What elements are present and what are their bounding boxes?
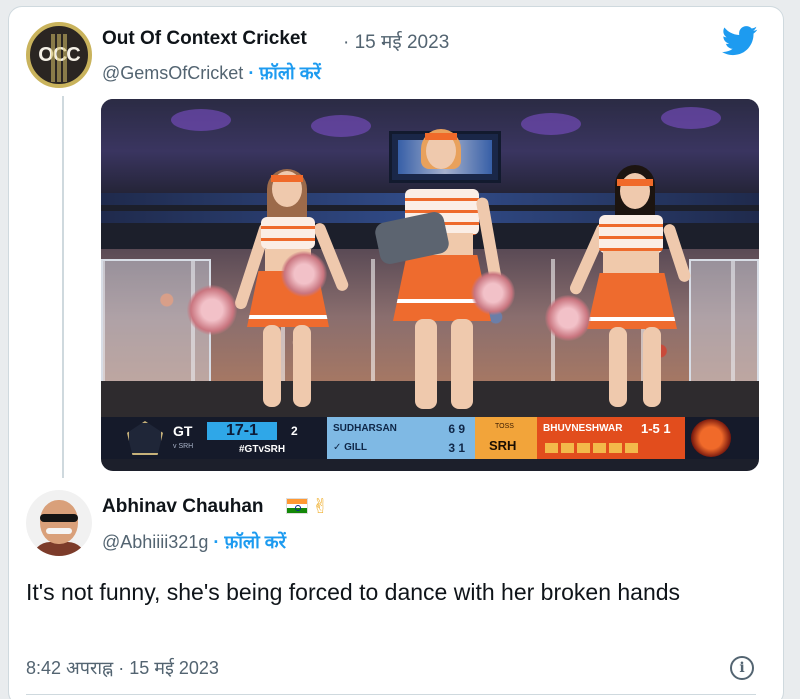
pompom bbox=[281, 251, 327, 297]
roof-light bbox=[171, 109, 231, 131]
titans-logo-icon bbox=[127, 421, 163, 455]
batting-team: GT bbox=[173, 423, 193, 439]
team-score: 17-1 bbox=[207, 422, 277, 440]
ball-tracker bbox=[545, 443, 638, 453]
india-flag-icon bbox=[286, 498, 308, 514]
sunrisers-logo-icon bbox=[691, 419, 731, 457]
batter-name: SUDHARSAN bbox=[333, 423, 397, 434]
follow-button[interactable]: · फ़ॉलो करें bbox=[248, 63, 321, 83]
batters-panel: SUDHARSAN 6 9 ✓ GILL 3 1 bbox=[327, 417, 475, 459]
fingers-crossed-icon: ✌ bbox=[312, 496, 329, 518]
score-bar: GT v SRH 17-1 2 #GTvSRH SUDHARSAN 6 9 ✓ … bbox=[101, 417, 759, 459]
tweet-media[interactable]: GT v SRH 17-1 2 #GTvSRH SUDHARSAN 6 9 ✓ … bbox=[101, 99, 759, 471]
batter-name: ✓ GILL bbox=[333, 442, 367, 453]
quoted-handle-line: @GemsOfCricket · फ़ॉलो करें bbox=[102, 61, 321, 85]
batter-runs: 6 9 bbox=[448, 422, 465, 436]
bowler-name: BHUVNESHWAR bbox=[543, 423, 623, 434]
bowler-figures: 1-5 1 bbox=[641, 421, 671, 436]
overs: 2 bbox=[291, 424, 298, 438]
reply-avatar[interactable] bbox=[26, 490, 92, 556]
reply-author-name[interactable]: Abhinav Chauhan bbox=[102, 496, 264, 518]
reply-handle[interactable]: @Abhiiii321g bbox=[102, 532, 208, 552]
roof-light bbox=[661, 107, 721, 129]
versus-label: v SRH bbox=[173, 443, 194, 450]
quoted-author-name[interactable]: Out Of Context Cricket bbox=[102, 28, 307, 50]
match-hashtag: #GTvSRH bbox=[239, 444, 286, 455]
bowler-panel: BHUVNESHWAR 1-5 1 bbox=[537, 417, 685, 459]
toss-panel: TOSS SRH bbox=[475, 417, 537, 459]
pompom bbox=[545, 295, 591, 341]
divider bbox=[26, 694, 756, 695]
pompom bbox=[471, 271, 515, 315]
pompom bbox=[187, 285, 237, 335]
quoted-date[interactable]: · 15 मई 2023 bbox=[343, 28, 449, 54]
toss-label: TOSS bbox=[495, 423, 514, 430]
occ-avatar[interactable]: OCC bbox=[26, 22, 92, 88]
reply-handle-line: @Abhiiii321g · फ़ॉलो करें bbox=[102, 530, 286, 554]
roof-light bbox=[521, 113, 581, 135]
reply-timestamp[interactable]: 8:42 अपराह्न · 15 मई 2023 bbox=[26, 656, 219, 680]
quoted-handle[interactable]: @GemsOfCricket bbox=[102, 63, 243, 83]
stumps-graphic bbox=[57, 34, 61, 82]
reply-text: It's not funny, she's being forced to da… bbox=[26, 579, 681, 605]
toss-team: SRH bbox=[489, 438, 517, 453]
roof-light bbox=[311, 115, 371, 137]
twitter-bird-icon[interactable] bbox=[722, 26, 758, 56]
thread-connector bbox=[62, 96, 64, 478]
follow-button[interactable]: · फ़ॉलो करें bbox=[213, 532, 286, 552]
info-icon[interactable]: i bbox=[730, 656, 754, 680]
batter-runs: 3 1 bbox=[448, 441, 465, 455]
